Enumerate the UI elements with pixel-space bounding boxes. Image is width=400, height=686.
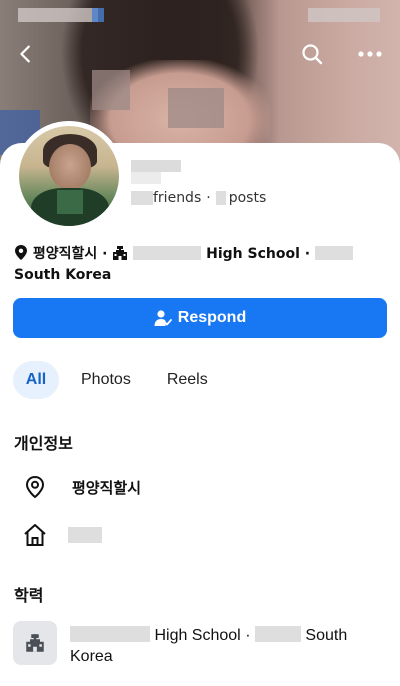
respond-button[interactable]: Respond (13, 298, 387, 338)
profile-intro-line: 평양직할시 · High School · South Korea (14, 244, 386, 284)
education-school-suffix: High School (154, 627, 241, 644)
friends-label[interactable]: friends (153, 190, 201, 206)
back-arrow-icon (20, 45, 30, 63)
respond-person-icon (154, 310, 172, 326)
intro-school-name-blurred (133, 246, 202, 260)
status-bar-left-accent (92, 8, 104, 22)
education-separator: · (245, 627, 251, 644)
respond-label: Respond (177, 309, 247, 326)
cover-blur-eye-left (92, 70, 130, 110)
more-dots-icon (358, 51, 382, 57)
school-building-icon (112, 245, 128, 266)
profile-avatar[interactable] (14, 121, 124, 231)
intro-location: 평양직할시 (32, 246, 98, 262)
posts-label[interactable]: posts (229, 190, 267, 206)
location-pin-outline-icon (22, 474, 48, 500)
personal-info-location-row[interactable]: 평양직할시 (22, 474, 141, 500)
profile-name-blurred (131, 160, 181, 172)
more-options-button[interactable] (356, 40, 384, 68)
stats-separator: · (206, 190, 211, 206)
personal-info-hometown-row[interactable] (22, 522, 102, 548)
school-building-icon (26, 634, 44, 652)
intro-city-blurred (314, 246, 353, 260)
avatar-face-shape (49, 144, 91, 190)
hometown-blurred (68, 527, 102, 543)
personal-info-title: 개인정보 (14, 434, 73, 453)
intro-school-suffix: High School (206, 246, 300, 262)
search-icon (302, 44, 323, 65)
friends-count-blurred (131, 191, 153, 205)
education-city-blurred (254, 626, 301, 642)
education-school-name-blurred (70, 626, 150, 642)
profile-stats: friends · posts (131, 190, 266, 206)
personal-info-location: 평양직할시 (72, 478, 142, 497)
education-title: 학력 (14, 586, 44, 605)
posts-count-blurred (215, 191, 226, 205)
home-icon (22, 522, 48, 548)
intro-country: South Korea (14, 267, 112, 283)
avatar-shirt-shape (57, 190, 83, 214)
back-button[interactable] (12, 40, 40, 68)
tab-reels[interactable]: Reels (167, 371, 208, 389)
profile-name-blurred-2 (131, 172, 161, 184)
profile-page: friends · posts 평양직할시 · High School · So… (0, 0, 400, 686)
avatar-photo (19, 126, 119, 226)
education-icon-box (13, 621, 57, 665)
cover-blur-eye-right (168, 88, 224, 128)
intro-separator-1: · (102, 246, 108, 262)
intro-separator-2: · (304, 246, 311, 262)
search-button[interactable] (298, 40, 326, 68)
status-bar-left (18, 8, 98, 22)
profile-tabs: All Photos Reels (13, 361, 208, 399)
status-bar-right (308, 8, 380, 22)
tab-all[interactable]: All (13, 361, 59, 399)
tab-photos[interactable]: Photos (81, 371, 131, 389)
location-pin-icon (14, 244, 28, 266)
education-entry[interactable]: High School · South Korea (70, 625, 380, 667)
